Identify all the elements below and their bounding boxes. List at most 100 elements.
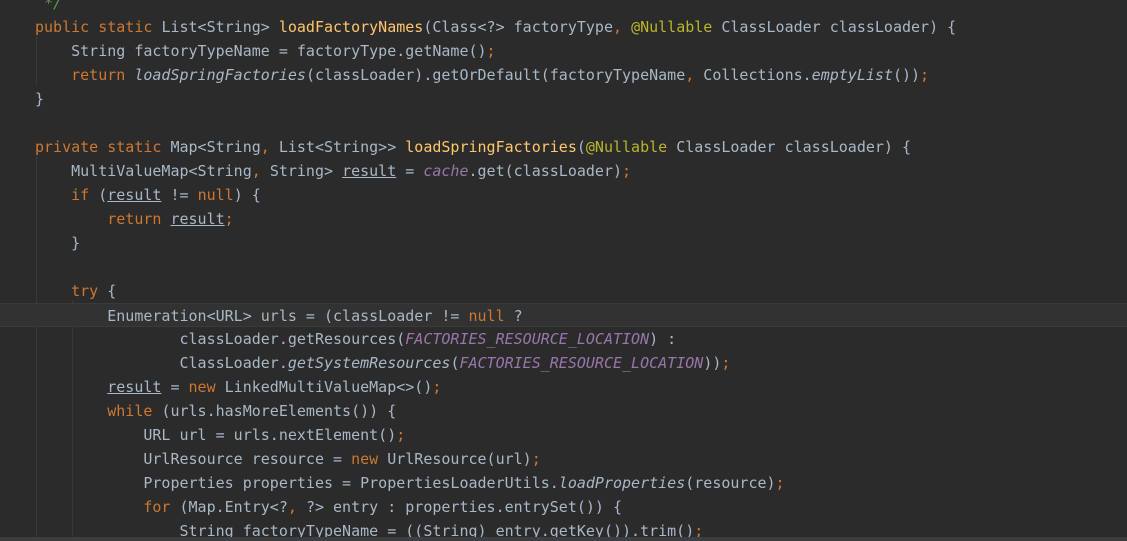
code-token: result bbox=[107, 186, 162, 204]
code-token: ?> entry : properties.entrySet()) { bbox=[305, 498, 623, 516]
code-line[interactable]: public static List<String> loadFactoryNa… bbox=[0, 15, 1127, 39]
code-token: FACTORIES_RESOURCE_LOCATION bbox=[405, 330, 650, 348]
code-token: , bbox=[613, 18, 632, 36]
code-token: loadFactoryNames bbox=[278, 18, 424, 36]
code-line[interactable]: UrlResource resource = new UrlResource(u… bbox=[0, 447, 1127, 471]
code-token: ; bbox=[721, 354, 731, 372]
code-token: new bbox=[188, 378, 225, 396]
code-token: (classLoader).getOrDefault(factoryTypeNa… bbox=[305, 66, 686, 84]
code-token: (resource) bbox=[685, 474, 776, 492]
code-line[interactable]: private static Map<String, List<String>>… bbox=[0, 135, 1127, 159]
code-token: result bbox=[170, 210, 225, 228]
code-token: result bbox=[342, 162, 397, 180]
code-token: Properties properties = PropertiesLoader… bbox=[35, 474, 559, 492]
code-token: classLoader.getResources( bbox=[35, 330, 406, 348]
code-token: MultiValueMap<String bbox=[35, 162, 252, 180]
code-token: ( bbox=[98, 186, 108, 204]
code-token: ; bbox=[224, 210, 234, 228]
code-token: for bbox=[35, 498, 180, 516]
code-token: null bbox=[468, 307, 514, 325]
code-line[interactable]: MultiValueMap<String, String> result = c… bbox=[0, 159, 1127, 183]
code-token: Collections. bbox=[703, 66, 812, 84]
code-token: ( bbox=[576, 138, 586, 156]
horizontal-scrollbar[interactable] bbox=[0, 537, 1127, 541]
code-token: (urls.hasMoreElements()) { bbox=[161, 402, 397, 420]
code-token: { bbox=[107, 282, 117, 300]
code-line[interactable]: return result; bbox=[0, 207, 1127, 231]
code-token: loadSpringFactories bbox=[405, 138, 577, 156]
code-token: Map<String bbox=[170, 138, 261, 156]
code-token: ClassLoader classLoader) { bbox=[676, 138, 912, 156]
code-token: LinkedMultiValueMap<>() bbox=[224, 378, 433, 396]
code-line-current[interactable]: Enumeration<URL> urls = (classLoader != … bbox=[0, 303, 1127, 327]
code-token: return bbox=[35, 66, 135, 84]
code-line[interactable]: URL url = urls.nextElement(); bbox=[0, 423, 1127, 447]
code-token: FACTORIES_RESOURCE_LOCATION bbox=[459, 354, 704, 372]
code-line[interactable]: ClassLoader.getSystemResources(FACTORIES… bbox=[0, 351, 1127, 375]
code-line[interactable]: } bbox=[0, 231, 1127, 255]
code-line[interactable]: for (Map.Entry<?, ?> entry : properties.… bbox=[0, 495, 1127, 519]
code-token: public static bbox=[35, 18, 162, 36]
code-token: @Nullable bbox=[585, 138, 677, 156]
code-token: ; bbox=[775, 474, 785, 492]
code-token: Enumeration<URL> urls = (classLoader != bbox=[35, 307, 469, 325]
code-token: ; bbox=[486, 42, 496, 60]
code-line[interactable]: while (urls.hasMoreElements()) { bbox=[0, 399, 1127, 423]
code-line[interactable]: result = new LinkedMultiValueMap<>(); bbox=[0, 375, 1127, 399]
code-token: if bbox=[35, 186, 99, 204]
code-token: result bbox=[107, 378, 162, 396]
code-token: List<String>> bbox=[278, 138, 406, 156]
code-token: emptyList bbox=[811, 66, 893, 84]
code-token: .get(classLoader) bbox=[468, 162, 623, 180]
code-token: ClassLoader classLoader) { bbox=[721, 18, 957, 36]
code-token: null bbox=[197, 186, 234, 204]
code-token: != bbox=[161, 186, 198, 204]
code-token: , bbox=[685, 66, 704, 84]
code-line[interactable]: String factoryTypeName = factoryType.get… bbox=[0, 39, 1127, 63]
code-line[interactable]: classLoader.getResources(FACTORIES_RESOU… bbox=[0, 327, 1127, 351]
code-line[interactable] bbox=[0, 255, 1127, 279]
code-token: UrlResource resource = bbox=[35, 450, 352, 468]
code-token: } bbox=[35, 234, 81, 252]
code-token: URL url = urls.nextElement() bbox=[35, 426, 397, 444]
code-token: ; bbox=[531, 450, 541, 468]
code-line[interactable]: try { bbox=[0, 279, 1127, 303]
code-token: = bbox=[396, 162, 424, 180]
code-token: new bbox=[351, 450, 388, 468]
code-token: ()) bbox=[892, 66, 921, 84]
code-token: String> bbox=[269, 162, 343, 180]
code-token: ; bbox=[622, 162, 632, 180]
code-line[interactable]: if (result != null) { bbox=[0, 183, 1127, 207]
code-token: @Nullable bbox=[631, 18, 722, 36]
code-token: while bbox=[35, 402, 162, 420]
code-token: return bbox=[35, 210, 171, 228]
code-token: , bbox=[287, 498, 306, 516]
code-token: UrlResource(url) bbox=[387, 450, 532, 468]
code-editor[interactable]: */ public static List<String> loadFactory… bbox=[0, 0, 1127, 541]
code-token: private static bbox=[35, 138, 171, 156]
code-line[interactable]: */ bbox=[0, 0, 1127, 15]
code-token: ? bbox=[513, 307, 523, 325]
code-token: loadProperties bbox=[558, 474, 686, 492]
code-line[interactable]: Properties properties = PropertiesLoader… bbox=[0, 471, 1127, 495]
code-token: ) { bbox=[233, 186, 261, 204]
code-token: ) : bbox=[649, 330, 677, 348]
code-line[interactable]: return loadSpringFactories(classLoader).… bbox=[0, 63, 1127, 87]
code-line[interactable]: } bbox=[0, 87, 1127, 111]
code-token: String factoryTypeName = factoryType.get… bbox=[35, 42, 487, 60]
code-token: */ bbox=[35, 0, 63, 12]
code-token: ; bbox=[396, 426, 406, 444]
code-token: cache bbox=[423, 162, 469, 180]
code-token: try bbox=[35, 282, 108, 300]
code-token: , bbox=[260, 138, 279, 156]
code-token: ; bbox=[432, 378, 442, 396]
code-token: (Class<?> factoryType bbox=[423, 18, 613, 36]
code-token: ; bbox=[920, 66, 930, 84]
code-line[interactable] bbox=[0, 111, 1127, 135]
code-token: )) bbox=[703, 354, 722, 372]
code-token: loadSpringFactories bbox=[134, 66, 306, 84]
code-token: getSystemResources bbox=[287, 354, 451, 372]
code-token: List<String> bbox=[161, 18, 279, 36]
code-token: } bbox=[35, 90, 45, 108]
